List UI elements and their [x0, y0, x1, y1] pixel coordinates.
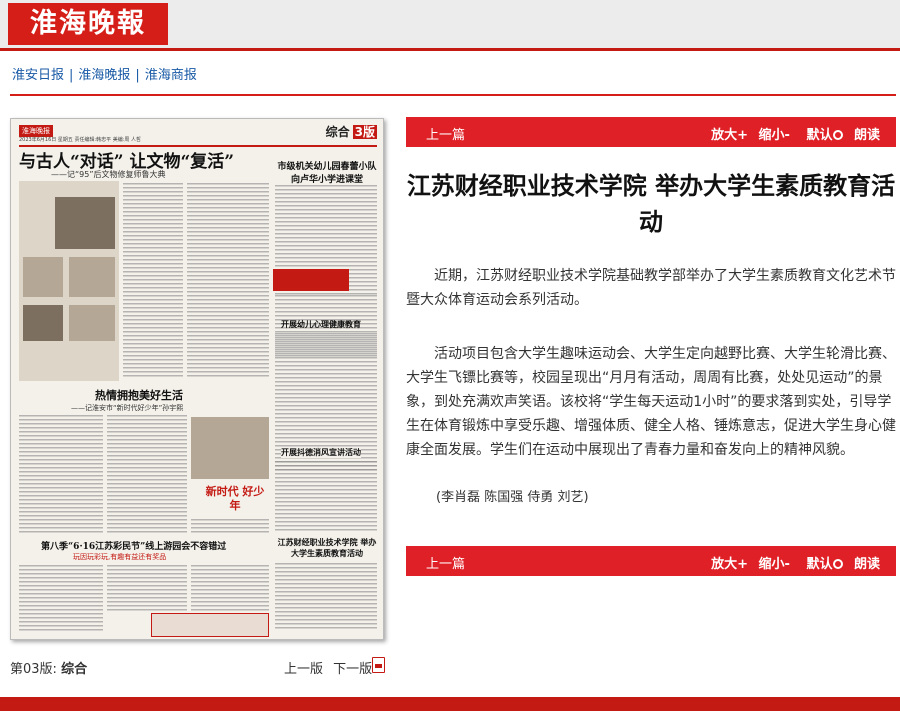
article-tools: 放大+ 缩小- 默认 朗读 [705, 124, 880, 143]
zoom-out-button[interactable]: 缩小- [759, 128, 790, 143]
reset-circle-icon [833, 130, 844, 140]
paper-photo-artifact [51, 347, 115, 377]
site-nav: 淮安日报 | 淮海晚报 | 淮海商报 [12, 64, 197, 83]
zoom-in-button-bottom[interactable]: 放大+ [711, 557, 748, 572]
article-paragraph: 近期，江苏财经职业技术学院基础教学部举办了大学生素质教育文化艺术节暨大众体育运动… [406, 268, 896, 308]
read-aloud-button-bottom[interactable]: 朗读 [854, 557, 880, 572]
page-indicator: 第03版: 综合 [10, 658, 87, 677]
nav-link-huaihai-commerce[interactable]: 淮海商报 [145, 68, 197, 83]
paper-lottery-ad [151, 613, 269, 637]
header-divider [0, 48, 900, 51]
paper-story2-headline[interactable]: 热情拥抱美好生活 [95, 387, 183, 403]
paper-photo-artifact [23, 305, 63, 341]
nav-separator: | [69, 68, 74, 83]
article-toolbar-top: 上一篇 放大+ 缩小- 默认 朗读 [406, 117, 896, 147]
default-size-button[interactable]: 默认 [800, 128, 844, 143]
paper-column-banner [273, 269, 349, 291]
default-size-button-bottom[interactable]: 默认 [800, 557, 844, 572]
site-logo[interactable]: 淮海晚報 [8, 3, 168, 45]
paper-text-block [187, 183, 269, 379]
footer-bar [0, 697, 900, 711]
paper-photo-artifact [69, 257, 115, 297]
paper-badge: 新时代 好少年 [205, 485, 265, 512]
zoom-out-button-bottom[interactable]: 缩小- [759, 557, 790, 572]
paper-text-block [19, 565, 103, 631]
paper-photo-portrait [55, 197, 115, 249]
nav-link-huaihai-evening[interactable]: 淮海晚报 [78, 68, 130, 83]
paper-col-headline-2: 开展幼儿心理健康教育 [281, 319, 361, 329]
paper-photo-youth [191, 417, 269, 479]
paper-masthead: 淮海晚报 2023年6月16日 星期五 责任编辑:韩忠平 美编:周 人哲 综合 3… [19, 123, 377, 147]
prev-article-link[interactable]: 上一篇 [426, 124, 465, 143]
paper-section: 综合 3版 [325, 125, 377, 139]
nav-divider [10, 94, 896, 96]
page-label: 第03版: [10, 662, 57, 677]
paper-main-subtitle: ——记“95”后文物修复师鲁大典 [51, 170, 166, 179]
paper-story2-subtitle: ——记淮安市“新时代好少年”孙宇熙 [71, 404, 184, 412]
paper-text-block [107, 415, 187, 535]
paper-story3-subtitle: 玩因玩彩玩,有趣有益还有奖品 [73, 553, 167, 561]
prev-page-link[interactable]: 上一版 [284, 662, 323, 677]
paper-date-line: 2023年6月16日 星期五 责任编辑:韩忠平 美编:周 人哲 [19, 137, 141, 143]
paper-text-block [19, 415, 103, 535]
paper-col-headline-3: 开展抖德消风宣讲活动 [281, 447, 361, 458]
paper-section-number: 3版 [352, 125, 377, 139]
paper-text-block [275, 461, 377, 531]
nav-separator: | [135, 68, 140, 83]
article-toolbar-bottom: 上一篇 放大+ 缩小- 默认 朗读 [406, 546, 896, 576]
nav-link-huaian-daily[interactable]: 淮安日报 [12, 68, 64, 83]
prev-article-link-bottom[interactable]: 上一篇 [426, 553, 465, 572]
top-banner: 淮海晚報 [0, 0, 900, 48]
next-page-link[interactable]: 下一版 [333, 662, 372, 677]
paper-text-block [191, 565, 269, 611]
article-title: 江苏财经职业技术学院 举办大学生素质教育活动 [406, 172, 896, 236]
paper-text-block [191, 519, 269, 535]
article-tools-bottom: 放大+ 缩小- 默认 朗读 [705, 553, 880, 572]
reset-circle-icon [833, 559, 844, 569]
paper-photo-artifact [23, 257, 63, 297]
paper-story3-headline[interactable]: 第八季“6·16江苏彩民节”线上游园会不容错过 [41, 539, 226, 552]
page-navigation: 上一版 下一版 [284, 658, 378, 677]
read-aloud-button[interactable]: 朗读 [854, 128, 880, 143]
pdf-download-icon[interactable] [372, 657, 385, 673]
newspaper-page-image[interactable]: 淮海晚报 2023年6月16日 星期五 责任编辑:韩忠平 美编:周 人哲 综合 3… [10, 118, 384, 640]
article-paragraph: 活动项目包含大学生趣味运动会、大学生定向越野比赛、大学生轮滑比赛、大学生飞镖比赛… [406, 346, 896, 458]
article-authors: (李肖磊 陈国强 侍勇 刘艺) [436, 490, 589, 505]
page-section-name: 综合 [61, 662, 88, 677]
paper-text-block [123, 183, 183, 379]
paper-col-headline-1: 市级机关幼儿园春蕾小队 向卢华小学进课堂 [277, 162, 377, 185]
paper-text-block [275, 563, 377, 629]
paper-col-headline-4: 江苏财经职业技术学院 举办大学生素质教育活动 [275, 537, 379, 559]
paper-text-block [107, 565, 187, 611]
paper-photo-artifact [69, 305, 115, 341]
zoom-in-button[interactable]: 放大+ [711, 128, 748, 143]
